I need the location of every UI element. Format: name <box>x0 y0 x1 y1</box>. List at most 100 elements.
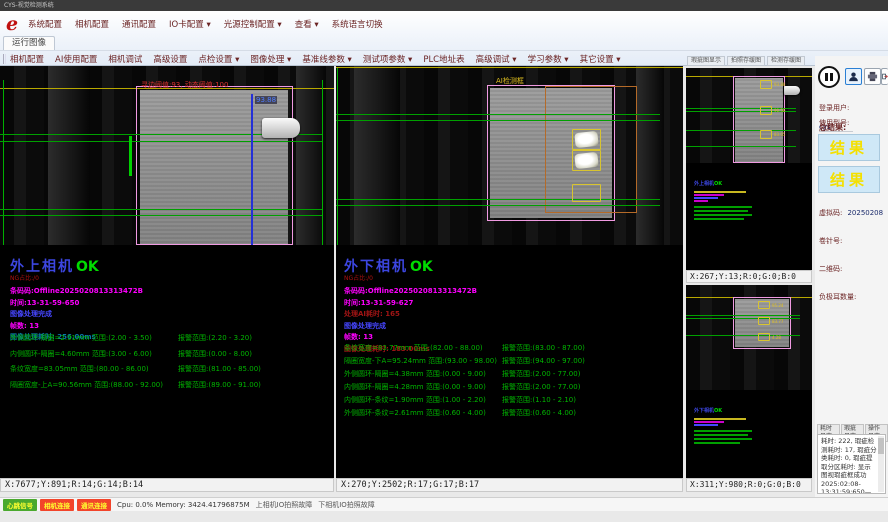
toolbar-item[interactable]: 相机配置 <box>10 53 44 65</box>
pixel-status-mini2: X:311;Y:980;R:0;G:0;B:0 <box>686 478 812 492</box>
panel-field: 虚拟码: 20250208 <box>819 200 885 219</box>
measurement-row: 隔圈宽度-上A=90.56mm 范围:(88.00 - 92.00)报警范围:(… <box>10 381 261 389</box>
window-titlebar: CYS-视觉检测系统 <box>0 0 888 11</box>
menu-item[interactable]: 通讯配置 <box>122 18 156 32</box>
pixel-status-left: X:7677;Y:891;R:14;G:14;B:14 <box>0 478 334 492</box>
camera-info-line: 时间:13-31-59-650 <box>10 299 143 307</box>
result-box-2: 结果 <box>818 166 880 193</box>
logout-arrow-icon <box>882 71 888 82</box>
log-scrollbar[interactable] <box>878 436 884 492</box>
toolbar-item[interactable]: 高级调试 ▾ <box>476 53 517 65</box>
panel-field: 二维码: <box>819 256 885 275</box>
toolbar-item[interactable]: 点检设置 ▾ <box>198 53 239 65</box>
measure-value-tag: 93.88 <box>255 96 277 104</box>
measurement-row: 外侧圆环-隔圈=2.91mm 范围:(2.00 - 3.50)报警范围:(2.2… <box>10 334 261 342</box>
camera-view-left[interactable]: 93.88 寻边阈值:93, 动态阈值:100 外上相机OK NG占比:/0 条… <box>0 66 334 478</box>
camera-info-line: 条码码:Offline2025020813313472B <box>344 287 477 295</box>
cpu-memory-text: Cpu: 0.0% Memory: 3424.41796875M <box>117 501 250 509</box>
measurement-row: 内侧圆环-条纹=1.90mm 范围:(1.00 - 2.20)报警范围:(1.1… <box>344 396 585 404</box>
toolbar-item[interactable]: 其它设置 ▾ <box>580 53 621 65</box>
measurement-row: 条纹宽度=83.77mm 范围:(82.00 - 88.00)报警范围:(83.… <box>344 344 585 352</box>
status-bar: 心跳信号相机连接通讯连接 Cpu: 0.0% Memory: 3424.4179… <box>0 497 888 511</box>
pixel-status-middle: X:270;Y:2502;R:17;G:17;B:17 <box>336 478 683 492</box>
measurement-row: 外侧圆环-条纹=2.61mm 范围:(0.60 - 4.00)报警范围:(0.6… <box>344 409 585 417</box>
toolbar-item[interactable]: 高级设置 <box>153 53 187 65</box>
toolbar-item[interactable]: 相机调试 <box>108 53 142 65</box>
toolbar-item[interactable]: 基准线参数 ▾ <box>302 53 351 65</box>
status-badge: 相机连接 <box>40 499 74 511</box>
connector-tab <box>262 118 300 138</box>
mini-result-block: 外下相机OK <box>694 397 752 444</box>
fault-message-2: 下相机IO拍照故障 <box>318 500 375 510</box>
measurement-rows-left: 外侧圆环-隔圈=2.91mm 范围:(2.00 - 3.50)报警范围:(2.2… <box>10 334 261 396</box>
printer-icon <box>867 71 878 82</box>
pause-icon <box>825 73 828 81</box>
measurement-rows-middle: 条纹宽度=83.77mm 范围:(82.00 - 88.00)报警范围:(83.… <box>344 344 585 422</box>
camera-image-middle: AI检测框 <box>336 66 683 245</box>
toolbar-grip[interactable] <box>3 54 6 64</box>
toolbar-item[interactable]: 学习参数 ▾ <box>528 53 569 65</box>
tab-run-image[interactable]: 运行图像 <box>3 36 55 50</box>
menu-item[interactable]: 光源控制配置 ▾ <box>224 18 282 32</box>
operator-mode-button[interactable] <box>845 68 862 85</box>
result-ok: OK <box>76 259 99 275</box>
app-window: CYS-视觉检测系统 e 系统配置相机配置通讯配置IO卡配置 ▾光源控制配置 ▾… <box>0 0 888 522</box>
logout-button[interactable] <box>881 68 888 85</box>
toolbar-item[interactable]: AI使用配置 <box>55 53 97 65</box>
status-badge: 心跳信号 <box>3 499 37 511</box>
camera-title: 外上相机 <box>10 259 74 275</box>
panel-field: 负极耳数量: <box>819 284 885 322</box>
menu-item[interactable]: 相机配置 <box>75 18 109 32</box>
pixel-status-mini1: X:267;Y:13;R:0;G:0;B:0 <box>686 270 812 283</box>
app-logo-icon: e <box>6 14 18 34</box>
result-block-left: 外上相机OK NG占比:/0 条码码:Offline20250208133134… <box>10 256 143 345</box>
camera-title: 外下相机 <box>344 259 408 275</box>
pause-button[interactable] <box>818 66 840 88</box>
mini-view-2[interactable]: 95.24 83.77 4.28 外下相机OK <box>686 285 812 478</box>
measure-line-blue <box>251 94 253 245</box>
camera-info-line: 帧数: 13 <box>344 333 477 341</box>
log-area[interactable]: 耗时: 222, 瑕疵检测耗时: 17, 瑕疵分类耗时: 0, 瑕疵提取分区耗时… <box>817 434 886 494</box>
fault-message-1: 上相机IO拍照故障 <box>256 500 313 510</box>
menu-item[interactable]: 系统语言切换 <box>332 18 383 32</box>
menu-item[interactable]: IO卡配置 ▾ <box>169 18 211 32</box>
menu-bar: 系统配置相机配置通讯配置 IO卡配置 ▾ 光源控制配置 ▾ 查看 ▾ 系统语言切换 <box>28 18 383 32</box>
mini-view-tabs: 瑕疵图显示拍照存缓图检测存缓图 <box>687 56 805 66</box>
toolbar-item[interactable]: 图像处理 ▾ <box>250 53 291 65</box>
user-icon <box>848 71 859 82</box>
mini-view-1[interactable]: 93.88 90.56 83.05 外上相机OK <box>686 68 812 270</box>
measurement-row: 条纹宽度=83.05mm 范围:(80.00 - 86.00)报警范围:(81.… <box>10 365 261 373</box>
camera-info-line: 帧数: 13 <box>10 322 143 330</box>
panel-fields: 虚拟码: 20250208 卷针号: 二维码: 负极耳数量: <box>819 200 885 331</box>
camera-info-line: 时间:13-31-59-627 <box>344 299 477 307</box>
result-ok: OK <box>410 259 433 275</box>
measurement-row: 内侧圆环-隔圈=4.28mm 范围:(0.00 - 9.00)报警范围:(2.0… <box>344 383 585 391</box>
mini-result-block: 外上相机OK <box>694 170 752 220</box>
toolbar-item[interactable]: PLC地址表 <box>423 53 464 65</box>
mini-view-tab[interactable]: 拍照存缓图 <box>727 56 765 66</box>
measurement-row: 外侧圆环-隔圈=4.38mm 范围:(0.00 - 9.00)报警范围:(2.0… <box>344 370 585 378</box>
toolbar-item[interactable]: 测试项参数 ▾ <box>363 53 412 65</box>
panel-field: 卷针号: <box>819 228 885 247</box>
status-badge: 通讯连接 <box>77 499 111 511</box>
camera-view-middle[interactable]: AI检测框 外下相机OK NG占比:/0 条码码:Offline20250208… <box>336 66 683 478</box>
ng-note: NG占比:/0 <box>10 275 143 282</box>
detection-box-pink <box>136 86 293 245</box>
total-result-label: 总结果: <box>819 124 846 132</box>
result-box-1: 结果 <box>818 134 880 161</box>
measurement-row: 隔圈宽度-下A=95.24mm 范围:(93.00 - 98.00)报警范围:(… <box>344 357 585 365</box>
measurement-row: 内侧圆环-隔圈=4.60mm 范围:(3.00 - 6.00)报警范围:(0.0… <box>10 350 261 358</box>
ng-note: NG占比:/0 <box>344 275 477 282</box>
camera-info-line: 处理AI耗时: 165 <box>344 310 477 318</box>
menu-item[interactable]: 查看 ▾ <box>295 18 319 32</box>
camera-info-line: 图像处理完成 <box>344 322 477 330</box>
mini-view-tab[interactable]: 检测存缓图 <box>767 56 805 66</box>
print-button[interactable] <box>864 68 881 85</box>
mini-view-tab[interactable]: 瑕疵图显示 <box>687 56 725 66</box>
ai-box-label: AI检测框 <box>496 77 524 85</box>
threshold-annotation: 寻边阈值:93, 动态阈值:100 <box>141 81 228 89</box>
camera-image-left: 93.88 寻边阈值:93, 动态阈值:100 <box>0 66 334 245</box>
menu-item[interactable]: 系统配置 <box>28 18 62 32</box>
camera-info-line: 条码码:Offline2025020813313472B <box>10 287 143 295</box>
camera-info-line: 图像处理完成 <box>10 310 143 318</box>
